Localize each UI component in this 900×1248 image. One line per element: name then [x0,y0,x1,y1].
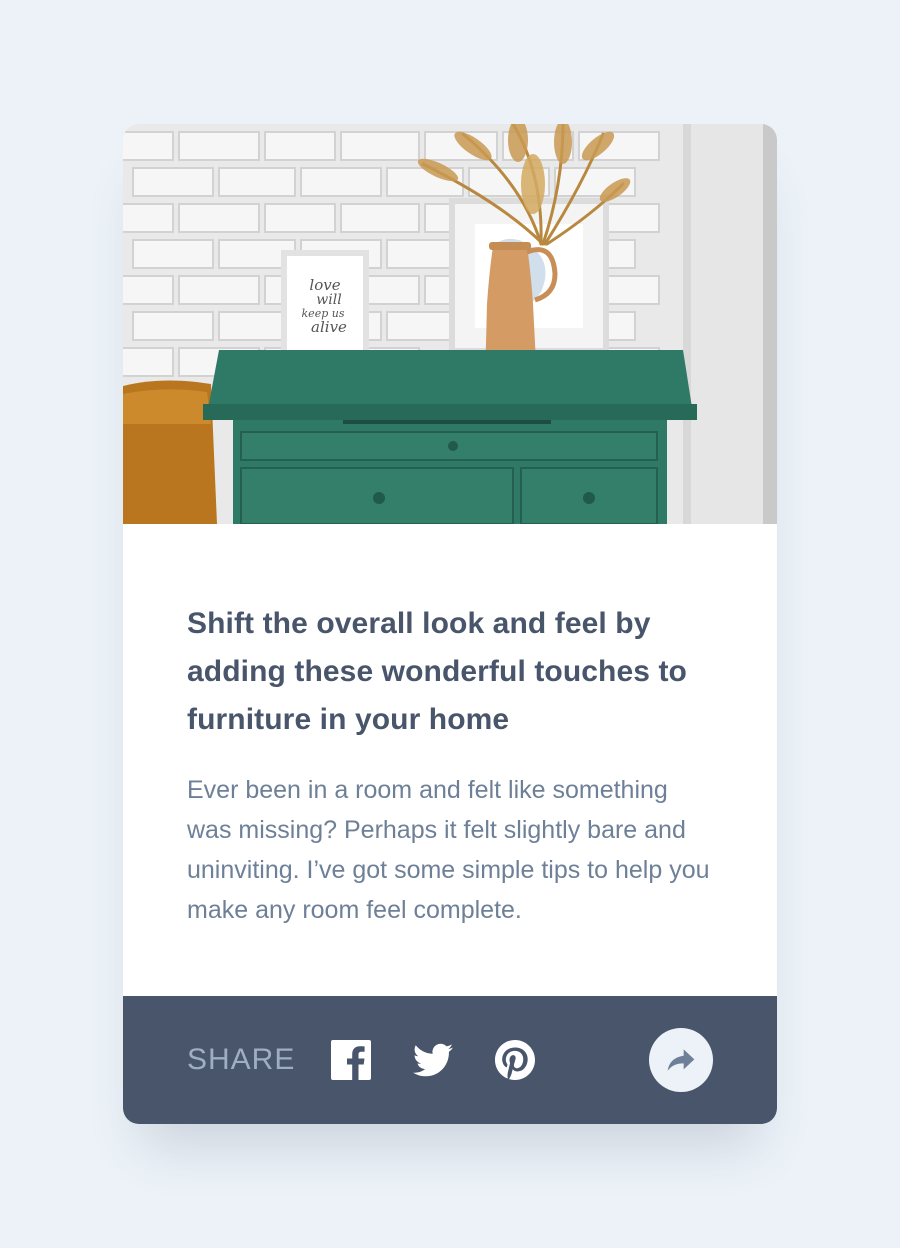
share-arrow-icon [667,1049,695,1071]
article-preview-card: love will keep us alive Shift the overal… [123,124,777,1124]
pinterest-link[interactable] [495,1040,535,1080]
svg-text:will: will [316,292,341,308]
twitter-icon [413,1043,453,1077]
facebook-link[interactable] [331,1040,371,1080]
article-image: love will keep us alive [123,124,777,524]
facebook-icon [331,1040,371,1080]
article-title[interactable]: Shift the overall look and feel by addin… [187,600,713,744]
pinterest-icon [495,1040,535,1080]
article-content: Shift the overall look and feel by addin… [187,600,713,930]
share-label: SHARE [187,1043,296,1076]
twitter-link[interactable] [413,1040,453,1080]
share-button[interactable] [649,1028,713,1092]
svg-text:alive: alive [311,318,347,336]
share-bar: SHARE [123,996,777,1124]
article-description: Ever been in a room and felt like someth… [187,776,710,924]
